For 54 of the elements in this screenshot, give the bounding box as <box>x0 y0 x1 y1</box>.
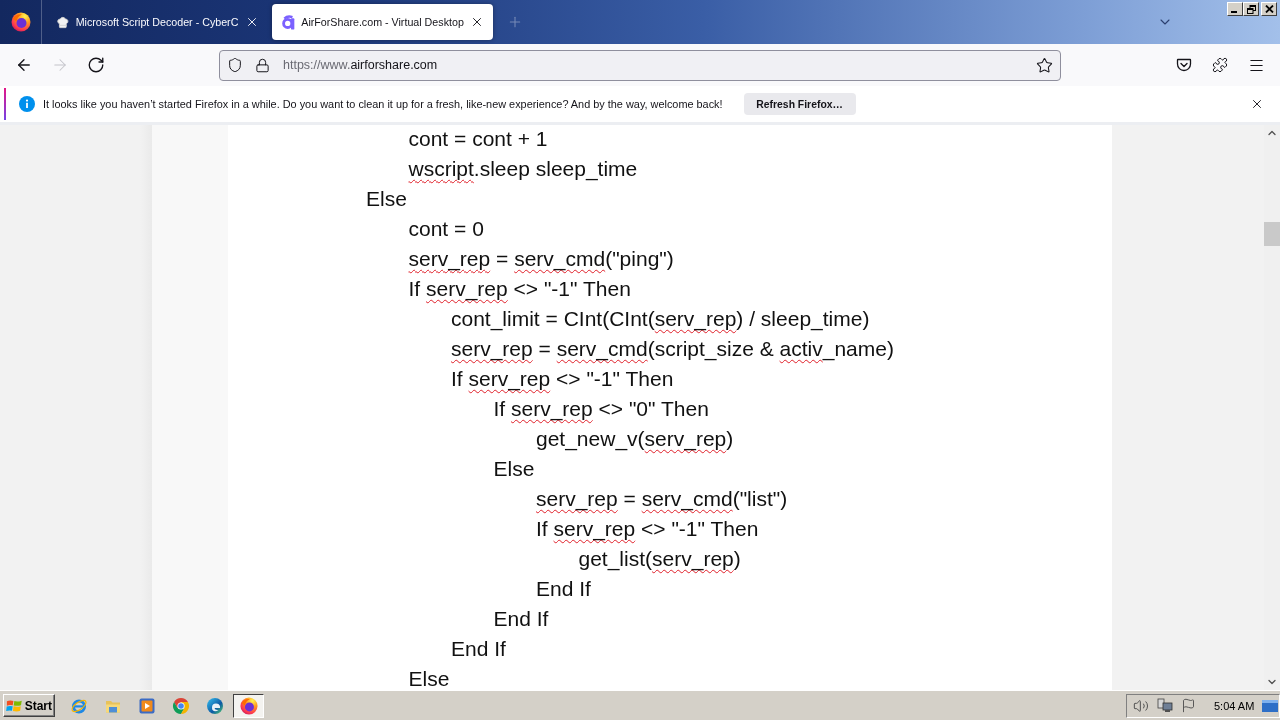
taskbar-app-button[interactable] <box>233 693 264 718</box>
code-line: wscript.sleep sleep_time <box>408 156 638 183</box>
code-line: End If <box>493 606 549 632</box>
code-line: If serv_rep <> "-1" Then <box>536 516 759 543</box>
address-bar[interactable]: https://www.airforshare.com <box>219 49 1061 81</box>
code-line: If serv_rep <> "-1" Then <box>408 276 631 303</box>
code-line: End If <box>451 636 506 662</box>
media-player-icon[interactable] <box>137 696 156 715</box>
code-line: serv_rep = serv_cmd(script_size & activ_name) <box>451 336 894 363</box>
close-icon <box>1264 5 1274 13</box>
code-line: get_list(serv_rep) <box>578 546 741 573</box>
tab-title: Microsoft Script Decoder - CyberC <box>75 16 239 28</box>
close-icon[interactable] <box>1250 97 1264 111</box>
shield-icon[interactable] <box>227 57 243 73</box>
code-line: End If <box>536 576 591 602</box>
code-line: Else <box>366 186 407 212</box>
flag-icon[interactable] <box>1181 698 1196 713</box>
code-line: cont = cont + 1 <box>408 126 548 152</box>
bookmark-star-icon[interactable] <box>1036 56 1053 74</box>
restore-icon <box>1246 4 1256 14</box>
code-line: cont = 0 <box>408 216 484 242</box>
info-icon <box>19 96 35 112</box>
scroll-thumb[interactable] <box>1264 222 1280 246</box>
edge-icon[interactable] <box>205 696 224 715</box>
code-line: If serv_rep <> "0" Then <box>493 396 709 423</box>
clock: 5:04 AM <box>1214 699 1255 712</box>
chrome-icon[interactable] <box>171 696 190 715</box>
chef-hat-icon <box>56 14 70 30</box>
firefox-logo-icon <box>10 12 31 32</box>
code-line: If serv_rep <> "-1" Then <box>451 366 674 393</box>
close-window-button[interactable] <box>1261 2 1277 16</box>
browser-tab[interactable]: AirForShare.com - Virtual Desktop <box>272 4 493 40</box>
url-text: https://www.airforshare.com <box>283 58 438 72</box>
code-line: serv_rep = serv_cmd("list") <box>536 486 788 513</box>
code-line: Else <box>408 666 450 690</box>
lock-icon[interactable] <box>255 57 270 73</box>
network-icon[interactable] <box>1157 697 1173 714</box>
show-desktop-icon[interactable] <box>1262 699 1279 712</box>
code-line: get_new_v(serv_rep) <box>536 426 734 453</box>
minimize-button[interactable] <box>1227 2 1243 16</box>
refresh-firefox-button[interactable]: Refresh Firefox… <box>743 93 856 115</box>
tab-title: AirForShare.com - Virtual Desktop <box>301 16 464 28</box>
firefox-logo-icon <box>239 696 258 715</box>
puzzle-icon <box>1212 57 1228 73</box>
speaker-icon[interactable] <box>1133 697 1149 714</box>
code-line: Else <box>493 456 535 482</box>
restore-button[interactable] <box>1243 2 1259 16</box>
pocket-icon[interactable] <box>1176 57 1192 73</box>
code-line: serv_rep = serv_cmd("ping") <box>408 246 674 273</box>
browser-tab[interactable]: Microsoft Script Decoder - CyberC <box>46 4 267 40</box>
code-line: cont_limit = CInt(CInt(serv_rep) / sleep_time) <box>451 306 870 333</box>
start-button[interactable]: Start <box>3 694 55 717</box>
logo-icon <box>282 14 296 30</box>
notification-message: It looks like you haven’t started Firefox in a while. Do you want to clean it up for a fresh, like-new experience? And by the way, welcome back! <box>43 98 723 110</box>
